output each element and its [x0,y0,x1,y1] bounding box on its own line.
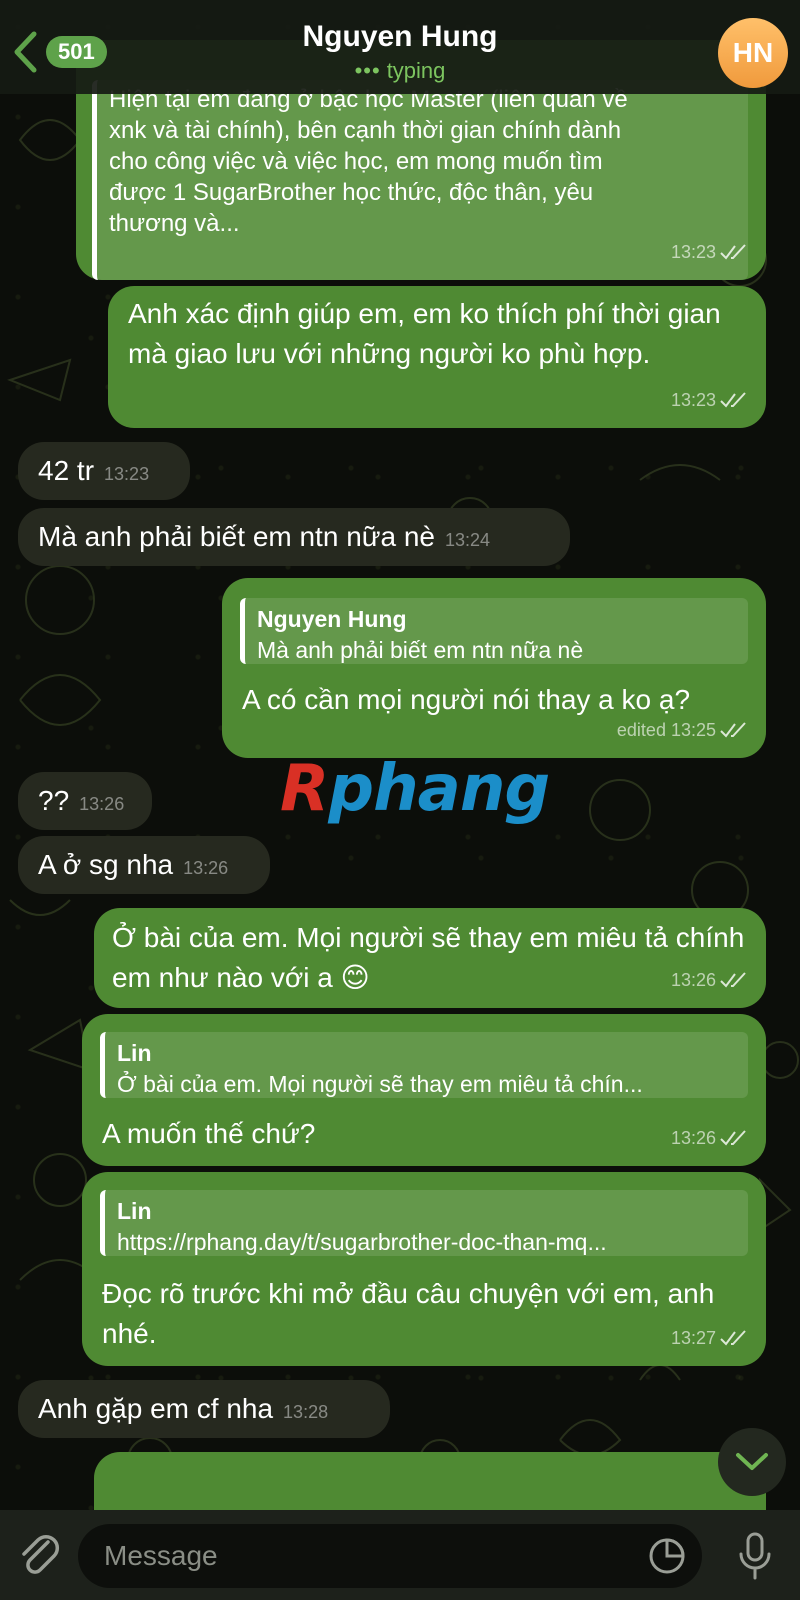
sticker-icon[interactable] [648,1537,686,1575]
message-text: Đọc rõ trước khi mở đầu câu chuyện với e… [102,1278,715,1349]
message-text: Anh xác định giúp em, em ko thích phí th… [128,298,721,369]
message-time: 13:27 [670,1328,716,1348]
message-text: Mà anh phải biết em ntn nữa nè [38,521,436,552]
message-time: 13:23 [670,242,716,262]
message-text: 42 tr [38,455,95,486]
quote-line: được 1 SugarBrother học thức, độc thân, … [109,179,594,206]
message-composer: Message [0,1510,800,1600]
message-text: ?? [38,785,70,816]
read-check-icon [720,1330,746,1346]
message-time: 13:26 [183,858,229,878]
message-bubble-outgoing[interactable]: Lin Ở bài của em. Mọi người sẽ thay em m… [82,1014,766,1166]
message-bubble-incoming[interactable]: ?? 13:26 [18,772,152,830]
message-time: 13:24 [445,530,491,550]
quote-line: thương và... [109,210,240,237]
message-meta: 13:23 [671,380,748,420]
attach-icon[interactable] [18,1532,62,1580]
typing-status: ••• typing [354,58,446,83]
message-bubble-outgoing[interactable]: Lin https://rphang.day/t/sugarbrother-do… [82,1172,766,1366]
mic-icon[interactable] [738,1532,772,1580]
message-time: 13:26 [670,1128,716,1148]
message-text: A ở sg nha [38,849,174,880]
quoted-long-message[interactable]: Hiện tại em đang ở bậc học Master (liên … [92,80,748,280]
message-text: A muốn thế chứ? [102,1118,316,1149]
avatar[interactable]: HN [718,18,788,88]
chat-title[interactable]: Nguyen Hung [0,20,800,54]
typing-dots-icon: ••• [354,58,381,83]
message-meta: 13:27 [671,1318,748,1358]
message-bubble-outgoing[interactable]: Anh xác định giúp em, em ko thích phí th… [108,286,766,428]
message-bubble-incoming[interactable]: 42 tr 13:23 [18,442,190,500]
read-check-icon [720,972,746,988]
reply-quote-text: Mà anh phải biết em ntn nữa nè [257,637,584,663]
scroll-down-button[interactable] [718,1428,786,1496]
message-meta: 13:23 [671,232,748,272]
message-bubble-outgoing[interactable]: Nguyen Hung Mà anh phải biết em ntn nữa … [222,578,766,758]
message-meta: edited 13:25 [617,710,748,750]
message-time: 13:26 [79,794,125,814]
reply-quote-link[interactable]: https://rphang.day/t/sugarbrother-doc-th… [117,1226,736,1258]
message-text: Ở bài của em. Mọi người sẽ thay em miêu … [112,922,745,993]
reply-quote[interactable]: Lin Ở bài của em. Mọi người sẽ thay em m… [100,1032,748,1098]
read-check-icon [720,1130,746,1146]
message-time: 13:23 [104,464,150,484]
watermark-logo: Rphang [280,752,550,826]
message-input-placeholder: Message [104,1540,218,1571]
message-time: 13:28 [283,1402,329,1422]
message-time: edited 13:25 [616,720,716,740]
reply-quote[interactable]: Lin https://rphang.day/t/sugarbrother-do… [100,1190,748,1256]
chat-header: 501 Nguyen Hung ••• typing HN [0,0,800,94]
message-bubble-incoming[interactable]: Anh gặp em cf nha 13:28 [18,1380,390,1438]
message-text: Anh gặp em cf nha [38,1393,274,1424]
message-meta: 13:26 [671,960,748,1000]
message-bubble-incoming[interactable]: A ở sg nha 13:26 [18,836,270,894]
message-bubble-outgoing[interactable]: Ở bài của em. Mọi người sẽ thay em miêu … [94,908,766,1008]
read-check-icon [720,722,746,738]
read-check-icon [720,392,746,408]
read-check-icon [720,244,746,260]
reply-quote-author: Lin [117,1198,152,1224]
message-input[interactable]: Message [78,1524,702,1588]
message-meta: 13:26 [671,1118,748,1158]
reply-quote[interactable]: Nguyen Hung Mà anh phải biết em ntn nữa … [240,598,748,664]
quote-line: cho công việc và việc học, em mong muốn … [109,148,603,175]
reply-quote-text: Ở bài của em. Mọi người sẽ thay em miêu … [117,1071,643,1097]
reply-quote-author: Nguyen Hung [257,606,407,632]
message-bubble-incoming[interactable]: Mà anh phải biết em ntn nữa nè 13:24 [18,508,570,566]
message-time: 13:23 [670,390,716,410]
quote-line: xnk và tài chính), bên cạnh thời gian ch… [109,117,622,144]
reply-quote-author: Lin [117,1040,152,1066]
message-time: 13:26 [670,970,716,990]
scroll-down-icon [736,1453,768,1470]
